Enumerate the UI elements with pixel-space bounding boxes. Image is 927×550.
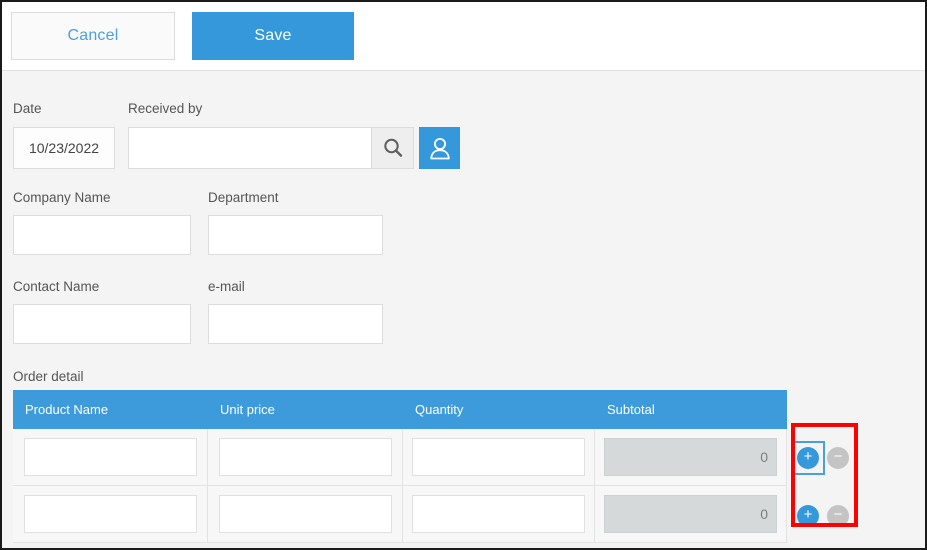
remove-row-button[interactable]: − [827,447,849,469]
order-detail-table: Product Name Unit price Quantity Subtota… [13,390,787,543]
date-input[interactable] [13,127,115,169]
search-icon [382,137,404,159]
date-label: Date [13,101,42,116]
minus-icon: − [834,449,843,464]
cell-unit-price [208,429,403,485]
quantity-input[interactable] [412,495,585,533]
product-name-input[interactable] [24,495,197,533]
order-detail-label: Order detail [13,369,84,384]
search-button[interactable] [372,127,414,169]
subtotal-value [604,495,777,533]
application-window: Cancel Save Date Received by [0,0,927,550]
remove-row-button[interactable]: − [827,505,849,527]
action-toolbar: Cancel Save [2,2,925,71]
email-input[interactable] [208,304,383,344]
cell-subtotal [595,486,787,542]
quantity-input[interactable] [412,438,585,476]
column-header-unit-price: Unit price [208,402,403,417]
received-by-label: Received by [128,101,202,116]
department-label: Department [208,190,279,205]
product-name-input[interactable] [24,438,197,476]
column-header-product-name: Product Name [13,402,208,417]
contact-name-label: Contact Name [13,279,99,294]
unit-price-input[interactable] [219,438,392,476]
address-book-button[interactable] [419,127,460,169]
subtotal-value [604,438,777,476]
save-button[interactable]: Save [192,12,354,60]
column-header-quantity: Quantity [403,402,595,417]
table-header-row: Product Name Unit price Quantity Subtota… [13,390,787,429]
plus-icon: + [804,449,813,464]
cancel-button[interactable]: Cancel [11,12,175,60]
received-by-input[interactable] [128,127,372,169]
row-actions-row-2: + − [797,487,857,544]
row-actions-row-1: + − [797,429,857,486]
form-body: Date Received by Company Name Depar [2,72,925,548]
plus-icon: + [804,507,813,522]
cell-unit-price [208,486,403,542]
cell-quantity [403,486,595,542]
unit-price-input[interactable] [219,495,392,533]
person-icon [428,136,452,161]
cell-quantity [403,429,595,485]
add-row-button[interactable]: + [797,447,819,469]
add-row-button[interactable]: + [797,505,819,527]
cell-product-name [13,486,208,542]
table-row [13,486,787,543]
cell-subtotal [595,429,787,485]
minus-icon: − [834,507,843,522]
column-header-subtotal: Subtotal [595,402,787,417]
table-row [13,429,787,486]
cell-product-name [13,429,208,485]
company-name-input[interactable] [13,215,191,255]
department-input[interactable] [208,215,383,255]
contact-name-input[interactable] [13,304,191,344]
company-name-label: Company Name [13,190,111,205]
email-label: e-mail [208,279,245,294]
